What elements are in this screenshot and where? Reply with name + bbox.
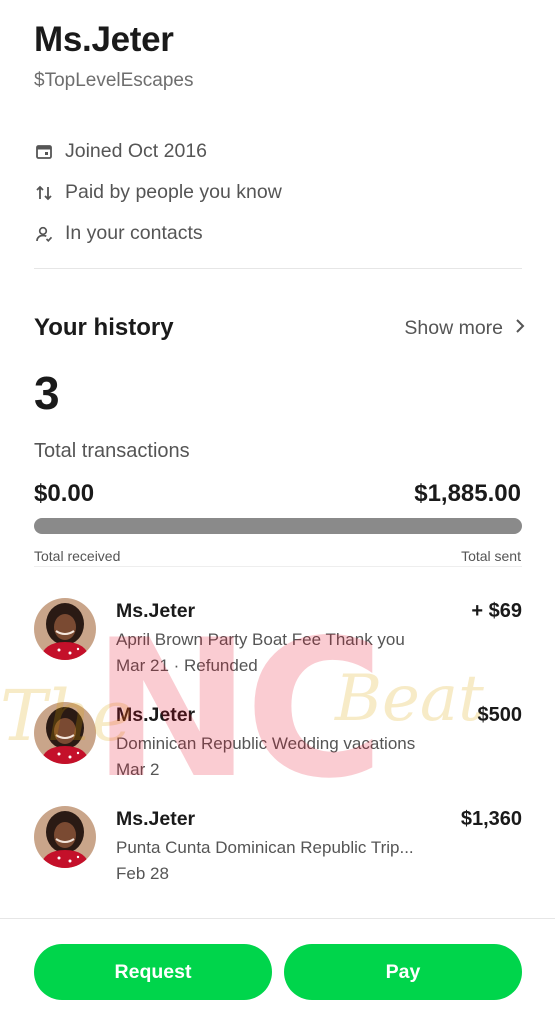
transaction-row[interactable]: Ms.Jeter Punta Cunta Dominican Republic … bbox=[34, 806, 522, 902]
meta-joined: Joined Oct 2016 bbox=[34, 140, 207, 163]
transaction-row[interactable]: Ms.Jeter Dominican Republic Wedding vaca… bbox=[34, 702, 522, 798]
transaction-name: Ms.Jeter bbox=[116, 704, 196, 726]
chevron-right-icon bbox=[515, 317, 525, 340]
meta-contacts: In your contacts bbox=[34, 222, 203, 245]
transaction-description: April Brown Party Boat Fee Thank you bbox=[116, 630, 405, 649]
transaction-name: Ms.Jeter bbox=[116, 808, 196, 830]
transaction-count: 3 bbox=[34, 367, 60, 419]
show-more-button[interactable]: Show more bbox=[404, 317, 525, 340]
avatar bbox=[34, 702, 96, 764]
divider bbox=[34, 566, 522, 567]
total-received-amount: $0.00 bbox=[34, 480, 95, 507]
transaction-description: Dominican Republic Wedding vacations bbox=[116, 734, 416, 753]
show-more-label: Show more bbox=[404, 317, 503, 339]
transaction-amount: $500 bbox=[477, 704, 523, 726]
transaction-amount: + $69 bbox=[471, 600, 522, 622]
profile-handle[interactable]: $TopLevelEscapes bbox=[34, 70, 194, 92]
transaction-date: Feb 28 bbox=[116, 864, 169, 883]
transaction-description: Punta Cunta Dominican Republic Trip... bbox=[116, 838, 414, 857]
avatar bbox=[34, 806, 96, 868]
request-button[interactable]: Request bbox=[34, 944, 272, 1000]
transaction-row[interactable]: Ms.Jeter April Brown Party Boat Fee Than… bbox=[34, 598, 522, 694]
divider bbox=[34, 268, 522, 269]
transaction-amount: $1,360 bbox=[460, 808, 522, 830]
meta-joined-text: Joined Oct 2016 bbox=[65, 140, 208, 162]
avatar bbox=[34, 598, 96, 660]
meta-paid-by: Paid by people you know bbox=[34, 181, 282, 204]
pay-button[interactable]: Pay bbox=[284, 944, 522, 1000]
total-received-label: Total received bbox=[34, 548, 121, 564]
received-sent-bar bbox=[34, 518, 522, 534]
transaction-date: Mar 21 · Refunded bbox=[116, 656, 258, 675]
history-title: Your history bbox=[34, 314, 174, 341]
transaction-name: Ms.Jeter bbox=[116, 600, 196, 622]
calendar-icon bbox=[34, 142, 54, 162]
contact-icon bbox=[34, 224, 54, 244]
meta-paid-by-text: Paid by people you know bbox=[65, 181, 282, 203]
meta-contacts-text: In your contacts bbox=[65, 222, 203, 244]
total-sent-amount: $1,885.00 bbox=[414, 480, 521, 507]
transaction-count-label: Total transactions bbox=[34, 440, 190, 462]
arrows-up-down-icon bbox=[34, 183, 54, 203]
transaction-date: Mar 2 bbox=[116, 760, 160, 779]
total-sent-label: Total sent bbox=[461, 548, 521, 564]
footer-divider bbox=[0, 918, 555, 919]
profile-name: Ms.Jeter bbox=[34, 20, 174, 59]
